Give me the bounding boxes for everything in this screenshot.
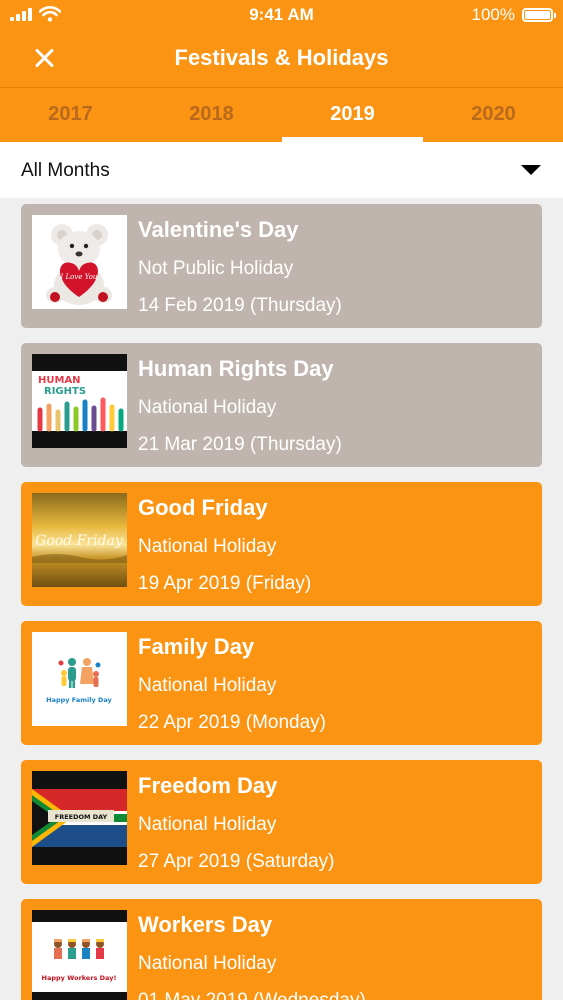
holiday-title: Valentine's Day bbox=[138, 217, 299, 242]
holiday-title: Workers Day bbox=[138, 912, 273, 937]
holiday-type: National Holiday bbox=[138, 953, 277, 974]
holiday-title: Family Day bbox=[138, 634, 255, 659]
month-filter-value: All Months bbox=[21, 160, 110, 181]
status-bar: 9:41 AM 100% bbox=[0, 0, 563, 30]
human-rights-hands-image: HUMAN RIGHTS bbox=[32, 354, 127, 448]
human-rights-text-top: HUMAN bbox=[38, 375, 81, 386]
holiday-card[interactable]: HUMAN RIGHTS Human Rights Day National H… bbox=[21, 343, 542, 467]
holiday-title: Human Rights Day bbox=[138, 356, 334, 381]
dropdown-arrow-icon bbox=[521, 165, 541, 175]
holiday-type: National Holiday bbox=[138, 397, 277, 418]
freedom-day-image-text: FREEDOM DAY bbox=[55, 813, 108, 821]
holiday-date: 01 May 2019 (Wednesday) bbox=[138, 990, 366, 1000]
tab-2017[interactable]: 2017 bbox=[0, 88, 141, 142]
holiday-title: Good Friday bbox=[138, 495, 268, 520]
month-filter-dropdown[interactable]: All Months bbox=[0, 142, 563, 198]
holiday-date: 19 Apr 2019 (Friday) bbox=[138, 573, 312, 594]
page-title: Festivals & Holidays bbox=[174, 45, 389, 70]
good-friday-image-text: Good Friday bbox=[35, 533, 124, 549]
good-friday-sunset-image: Good Friday bbox=[32, 493, 127, 587]
holiday-date: 14 Feb 2019 (Thursday) bbox=[138, 295, 342, 316]
year-tabs: 2017 2018 2019 2020 bbox=[0, 88, 563, 142]
workers-figures-image: Happy Workers Day! bbox=[32, 910, 127, 1000]
family-figures-image: Happy Family Day bbox=[32, 632, 127, 726]
holiday-card[interactable]: I Love You Valentine's Day Not Public Ho… bbox=[21, 204, 542, 328]
tab-2019[interactable]: 2019 bbox=[282, 88, 423, 142]
navigation-bar: Festivals & Holidays bbox=[0, 30, 563, 88]
holiday-type: National Holiday bbox=[138, 675, 277, 696]
holiday-type: National Holiday bbox=[138, 536, 277, 557]
holiday-type: National Holiday bbox=[138, 814, 277, 835]
holiday-card[interactable]: Happy Family Day Family Day National Hol… bbox=[21, 621, 542, 745]
workers-day-image-text: Happy Workers Day! bbox=[42, 974, 117, 982]
battery-percentage: 100% bbox=[471, 5, 515, 24]
human-rights-text-bottom: RIGHTS bbox=[44, 386, 86, 397]
holiday-type: Not Public Holiday bbox=[138, 258, 294, 279]
valentine-image-text: I Love You bbox=[60, 273, 98, 281]
south-africa-flag-image: FREEDOM DAY bbox=[32, 771, 127, 865]
holiday-title: Freedom Day bbox=[138, 773, 278, 798]
family-day-image-text: Happy Family Day bbox=[46, 696, 112, 704]
holiday-card[interactable]: Good Friday Good Friday National Holiday… bbox=[21, 482, 542, 606]
teddy-bear-heart-image: I Love You bbox=[32, 215, 127, 309]
holiday-date: 21 Mar 2019 (Thursday) bbox=[138, 434, 342, 455]
holiday-date: 22 Apr 2019 (Monday) bbox=[138, 712, 327, 733]
tab-2018[interactable]: 2018 bbox=[141, 88, 282, 142]
holiday-card[interactable]: FREEDOM DAY Freedom Day National Holiday… bbox=[21, 760, 542, 884]
holiday-card[interactable]: Happy Workers Day! Workers Day National … bbox=[21, 899, 542, 1000]
tab-2020[interactable]: 2020 bbox=[423, 88, 563, 142]
holiday-date: 27 Apr 2019 (Saturday) bbox=[138, 851, 335, 872]
battery-icon bbox=[522, 8, 556, 22]
